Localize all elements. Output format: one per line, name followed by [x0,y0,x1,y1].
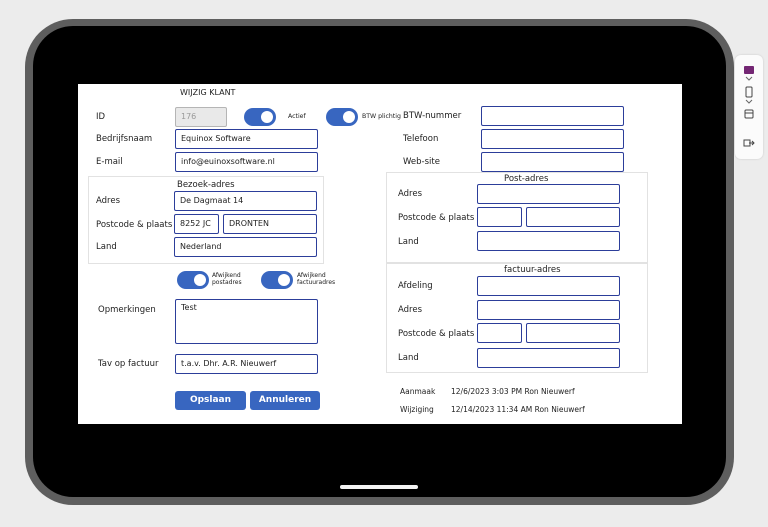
exit-icon[interactable] [743,138,755,148]
afwijkend-factuuradres-toggle[interactable] [261,271,293,289]
telefoon-input[interactable] [481,129,624,149]
opmerkingen-label: Opmerkingen [98,305,156,315]
btw-nummer-input[interactable] [481,106,624,126]
bezoek-adres-input[interactable]: De Dagmaat 14 [174,191,317,211]
post-adres-input[interactable] [477,184,620,204]
factuur-land-label: Land [398,353,419,363]
factuur-plaats-input[interactable] [526,323,620,343]
post-adres-title: Post-adres [504,174,549,184]
bedrijfsnaam-input[interactable]: Equinox Software [175,129,318,149]
phone-icon[interactable] [744,86,754,98]
actief-toggle[interactable] [244,108,276,126]
bezoek-postcode-input[interactable]: 8252 JC [174,214,219,234]
factuur-postcode-label: Postcode & plaats [398,329,475,339]
email-label: E-mail [96,157,123,167]
post-postcode-label: Postcode & plaats [398,213,475,223]
btw-nummer-label: BTW-nummer [403,111,462,121]
website-label: Web-site [403,157,440,167]
website-input[interactable] [481,152,624,172]
tav-label: Tav op factuur [98,359,159,369]
bezoek-land-input[interactable]: Nederland [174,237,317,257]
id-field: 176 [175,107,227,127]
panel-icon[interactable] [743,109,755,119]
factuur-adres-input[interactable] [477,300,620,320]
tav-input[interactable]: t.a.v. Dhr. A.R. Nieuwerf [175,354,318,374]
btw-plichtig-toggle[interactable] [326,108,358,126]
afwijkend-postadres-toggle[interactable] [177,271,209,289]
post-land-input[interactable] [477,231,620,251]
aanmaak-value: 12/6/2023 3:03 PM Ron Nieuwerf [451,387,575,396]
opslaan-button[interactable]: Opslaan [175,391,246,410]
email-input[interactable]: info@euinoxsoftware.nl [175,152,318,172]
app-icon[interactable] [743,65,755,75]
opmerkingen-textarea[interactable]: Test [175,299,318,344]
chevron-down-icon[interactable] [745,99,753,104]
post-adres-label: Adres [398,189,423,199]
bezoek-postcode-label: Postcode & plaats [96,220,173,230]
home-indicator [340,485,418,489]
bezoek-plaats-input[interactable]: DRONTEN [223,214,317,234]
factuur-adres-title: factuur-adres [504,265,561,275]
page-title: WIJZIG KLANT [180,88,236,97]
actief-label: Actief [288,113,306,120]
factuur-afdeling-input[interactable] [477,276,620,296]
factuur-land-input[interactable] [477,348,620,368]
wijziging-label: Wijziging [400,405,434,414]
post-plaats-input[interactable] [526,207,620,227]
id-label: ID [96,112,106,122]
telefoon-label: Telefoon [403,134,439,144]
post-postcode-input[interactable] [477,207,522,227]
bezoek-land-label: Land [96,242,117,252]
preview-sidebar [735,55,763,159]
bedrijfsnaam-label: Bedrijfsnaam [96,134,153,144]
afwijkend-postadres-label: Afwijkend postadres [212,272,242,286]
wijziging-value: 12/14/2023 11:34 AM Ron Nieuwerf [451,405,585,414]
aanmaak-label: Aanmaak [400,387,436,396]
post-land-label: Land [398,237,419,247]
bezoek-adres-title: Bezoek-adres [177,180,235,190]
app-screen: WIJZIG KLANT ID 176 Actief BTW plichtig … [78,84,682,424]
bezoek-adres-label: Adres [96,196,121,206]
afwijkend-factuuradres-label: Afwijkend factuuradres [297,272,336,286]
factuur-adres-label: Adres [398,305,423,315]
annuleren-button[interactable]: Annuleren [250,391,320,410]
btw-plichtig-label: BTW plichtig [362,113,401,120]
factuur-postcode-input[interactable] [477,323,522,343]
factuur-afdeling-label: Afdeling [398,281,433,291]
chevron-down-icon[interactable] [745,76,753,81]
